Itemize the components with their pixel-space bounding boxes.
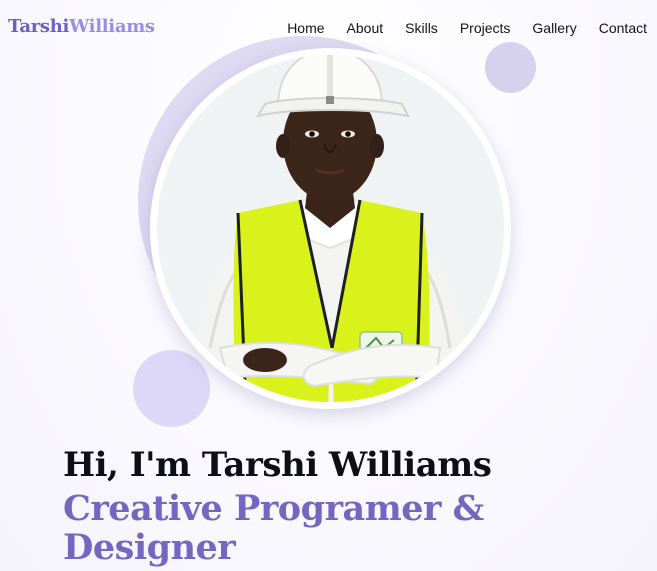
hero-role-line2: Designer bbox=[63, 527, 236, 568]
hero-role-line1: Creative Programer & bbox=[63, 488, 484, 529]
hero-greeting: Hi, I'm Tarshi Williams bbox=[63, 445, 492, 485]
decorative-bubble-bottom bbox=[133, 350, 210, 427]
nav-about[interactable]: About bbox=[347, 20, 384, 36]
decorative-bubble-top bbox=[485, 42, 536, 93]
nav-gallery[interactable]: Gallery bbox=[532, 20, 576, 36]
profile-photo bbox=[150, 48, 511, 409]
hero-role: Creative Programer & Designer bbox=[63, 489, 503, 567]
portrait-illustration bbox=[152, 50, 509, 407]
page: TarshiWilliams Home About Skills Project… bbox=[0, 0, 657, 571]
nav-skills[interactable]: Skills bbox=[405, 20, 438, 36]
nav-contact[interactable]: Contact bbox=[599, 20, 647, 36]
nav-projects[interactable]: Projects bbox=[460, 20, 511, 36]
nav-home[interactable]: Home bbox=[287, 20, 324, 36]
main-nav: Home About Skills Projects Gallery Conta… bbox=[265, 20, 647, 36]
site-logo[interactable]: TarshiWilliams bbox=[8, 16, 155, 37]
logo-last-name: Williams bbox=[69, 16, 155, 37]
logo-first-name: Tarshi bbox=[8, 16, 70, 37]
